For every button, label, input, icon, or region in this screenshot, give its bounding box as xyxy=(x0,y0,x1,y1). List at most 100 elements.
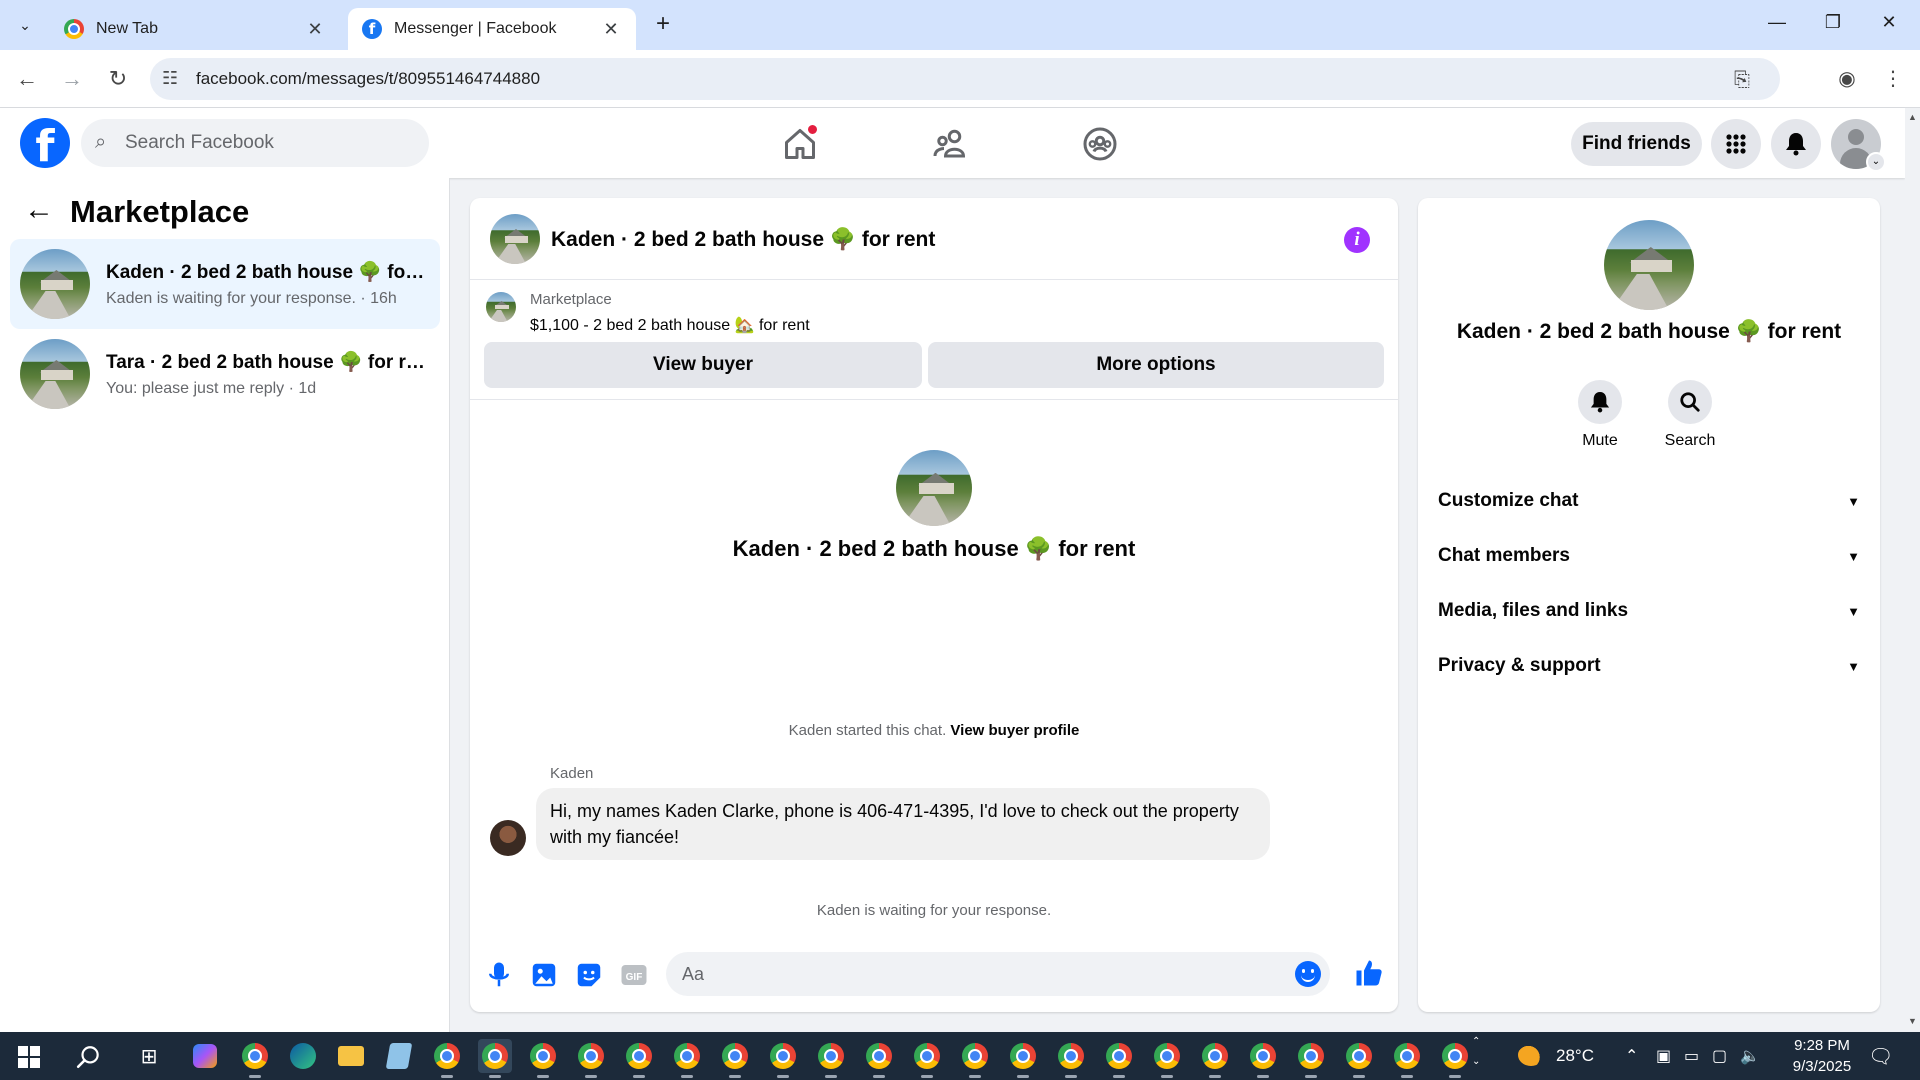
chrome-taskbar-icon[interactable] xyxy=(1102,1039,1136,1078)
copilot-icon[interactable] xyxy=(188,1039,222,1073)
chrome-taskbar-icon[interactable] xyxy=(958,1039,992,1078)
listing-description[interactable]: $1,100 - 2 bed 2 bath house 🏡 for rent xyxy=(530,315,810,335)
close-icon[interactable]: ✕ xyxy=(304,19,326,40)
tab-new-tab[interactable]: New Tab ✕ xyxy=(50,8,340,50)
chrome-taskbar-icon[interactable] xyxy=(670,1039,704,1078)
task-view-icon[interactable]: ⊞ xyxy=(132,1039,166,1073)
chrome-taskbar-icon[interactable] xyxy=(910,1039,944,1078)
minimize-button[interactable]: — xyxy=(1762,12,1792,38)
tab-search-button[interactable]: ⌄ xyxy=(10,12,40,38)
chrome-taskbar-icon[interactable] xyxy=(1198,1039,1232,1078)
clock-date[interactable]: 9/3/2025 xyxy=(1772,1058,1872,1075)
notification-center-icon[interactable]: 🗨 xyxy=(1868,1044,1893,1069)
chrome-taskbar-icon[interactable] xyxy=(814,1039,848,1078)
message-bubble[interactable]: Hi, my names Kaden Clarke, phone is 406-… xyxy=(536,788,1270,860)
tab-messenger[interactable]: f Messenger | Facebook ✕ xyxy=(348,8,636,50)
back-arrow-icon[interactable]: ← xyxy=(24,195,56,228)
new-tab-button[interactable]: + xyxy=(650,12,676,38)
browser-menu-icon[interactable]: ⋮ xyxy=(1878,64,1908,94)
scroll-up-icon[interactable]: ▲ xyxy=(1908,112,1917,122)
sticker-icon[interactable] xyxy=(574,960,604,990)
view-buyer-profile-link[interactable]: View buyer profile xyxy=(950,722,1079,739)
chrome-taskbar-icon[interactable] xyxy=(238,1039,272,1078)
chrome-taskbar-icon[interactable] xyxy=(1150,1039,1184,1078)
search-icon[interactable] xyxy=(76,1044,102,1070)
address-bar[interactable]: ☷ facebook.com/messages/t/80955146474488… xyxy=(150,58,1780,100)
notifications-button[interactable] xyxy=(1771,119,1821,169)
show-hidden-icons-icon[interactable]: ⌃ xyxy=(1625,1046,1638,1066)
chat-avatar[interactable] xyxy=(490,214,540,264)
file-explorer-icon[interactable] xyxy=(334,1039,368,1073)
facebook-logo[interactable]: f xyxy=(20,118,70,168)
chrome-taskbar-icon[interactable] xyxy=(430,1039,464,1078)
privacy-support-section[interactable]: Privacy & support ▼ xyxy=(1438,646,1860,686)
chrome-taskbar-icon[interactable] xyxy=(1054,1039,1088,1078)
thumbs-up-icon[interactable] xyxy=(1354,958,1384,988)
chrome-taskbar-icon[interactable] xyxy=(1390,1039,1424,1078)
sender-avatar[interactable] xyxy=(490,820,526,856)
site-info-icon[interactable]: ☷ xyxy=(162,68,178,89)
back-arrow-icon[interactable]: ← xyxy=(12,64,42,94)
scroll-down-icon[interactable]: ▼ xyxy=(1908,1016,1917,1026)
friends-nav-button[interactable] xyxy=(928,122,972,166)
home-nav-button[interactable] xyxy=(778,122,822,166)
chat-started-notice: Kaden started this chat. View buyer prof… xyxy=(470,722,1398,739)
chat-title[interactable]: Kaden · 2 bed 2 bath house 🌳 for rent xyxy=(551,228,935,252)
groups-nav-button[interactable] xyxy=(1078,122,1122,166)
chrome-taskbar-icon[interactable] xyxy=(1006,1039,1040,1078)
meet-now-icon[interactable]: ▣ xyxy=(1656,1046,1671,1066)
restore-button[interactable]: ❐ xyxy=(1818,12,1848,38)
network-icon[interactable]: ▢ xyxy=(1712,1046,1727,1066)
facebook-search-input[interactable]: ⌕ Search Facebook xyxy=(81,119,429,167)
profile-icon[interactable]: ◉ xyxy=(1832,64,1862,94)
edge-icon[interactable] xyxy=(286,1039,320,1073)
battery-icon[interactable]: ▭ xyxy=(1684,1046,1699,1066)
weather-icon[interactable] xyxy=(1518,1044,1544,1066)
chrome-taskbar-icon[interactable] xyxy=(622,1039,656,1078)
page-scrollbar[interactable]: ▲ ▼ xyxy=(1905,108,1920,1032)
volume-icon[interactable]: 🔈 xyxy=(1740,1046,1760,1066)
view-buyer-button[interactable]: View buyer xyxy=(484,342,922,388)
gif-icon[interactable]: GIF xyxy=(619,960,649,990)
message-input[interactable]: Aa xyxy=(666,952,1330,996)
url-text[interactable]: facebook.com/messages/t/809551464744880 xyxy=(196,69,540,89)
listing-thumbnail[interactable] xyxy=(486,292,516,322)
clock-time[interactable]: 9:28 PM xyxy=(1772,1037,1872,1054)
notepad-icon[interactable] xyxy=(382,1039,416,1073)
taskbar-overflow-up-icon[interactable]: ⌃ xyxy=(1472,1036,1480,1047)
media-files-links-section[interactable]: Media, files and links ▼ xyxy=(1438,591,1860,631)
info-icon[interactable]: i xyxy=(1344,227,1370,253)
chrome-taskbar-icon[interactable] xyxy=(526,1039,560,1078)
mute-label: Mute xyxy=(1582,432,1618,449)
find-friends-button[interactable]: Find friends xyxy=(1571,122,1702,166)
microphone-icon[interactable] xyxy=(484,960,514,990)
chevron-down-icon[interactable]: ⌄ xyxy=(1866,152,1886,172)
emoji-icon[interactable] xyxy=(1295,961,1321,987)
close-icon[interactable]: ✕ xyxy=(600,19,622,40)
mute-button[interactable]: Mute xyxy=(1560,380,1640,450)
windows-start-icon[interactable] xyxy=(18,1046,40,1068)
chrome-taskbar-icon[interactable] xyxy=(718,1039,752,1078)
chrome-taskbar-icon[interactable] xyxy=(1246,1039,1280,1078)
install-app-icon[interactable]: ⎘ xyxy=(1734,69,1750,92)
menu-button[interactable] xyxy=(1711,119,1761,169)
chrome-taskbar-icon[interactable] xyxy=(766,1039,800,1078)
conversation-item[interactable]: Tara · 2 bed 2 bath house 🌳 for rent You… xyxy=(10,329,440,419)
chrome-taskbar-icon[interactable] xyxy=(1438,1039,1472,1078)
conversation-item[interactable]: Kaden · 2 bed 2 bath house 🌳 for rent Ka… xyxy=(10,239,440,329)
reload-icon[interactable]: ↻ xyxy=(103,64,133,94)
chrome-taskbar-icon[interactable] xyxy=(862,1039,896,1078)
window-close-button[interactable]: ✕ xyxy=(1874,12,1904,38)
chrome-taskbar-icon[interactable] xyxy=(1294,1039,1328,1078)
more-options-button[interactable]: More options xyxy=(928,342,1384,388)
photo-icon[interactable] xyxy=(529,960,559,990)
chrome-taskbar-icon[interactable] xyxy=(478,1039,512,1078)
chrome-taskbar-icon[interactable] xyxy=(574,1039,608,1078)
search-in-chat-button[interactable]: Search xyxy=(1650,380,1730,450)
weather-temperature[interactable]: 28°C xyxy=(1556,1046,1594,1066)
customize-chat-section[interactable]: Customize chat ▼ xyxy=(1438,481,1860,521)
chat-members-section[interactable]: Chat members ▼ xyxy=(1438,536,1860,576)
taskbar-overflow-down-icon[interactable]: ⌄ xyxy=(1472,1056,1480,1067)
forward-arrow-icon[interactable]: → xyxy=(57,64,87,94)
chrome-taskbar-icon[interactable] xyxy=(1342,1039,1376,1078)
